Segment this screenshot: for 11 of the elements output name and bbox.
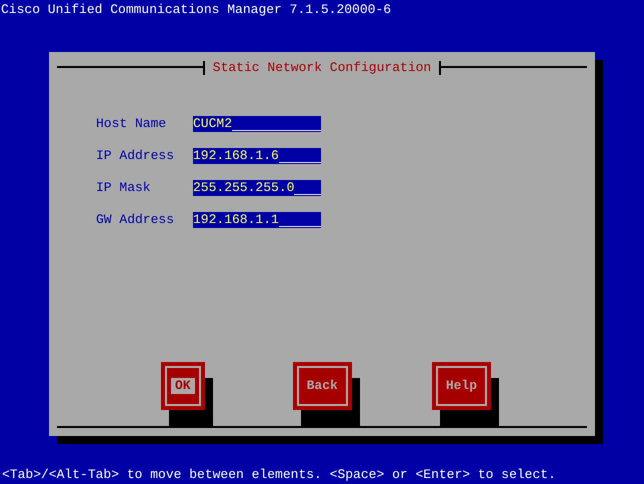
- field-label: Host Name: [96, 116, 168, 132]
- input-field[interactable]: CUCM2: [193, 116, 321, 132]
- input-field[interactable]: 255.255.255.0: [193, 180, 321, 196]
- input-field[interactable]: 192.168.1.1: [193, 212, 321, 228]
- field-label: IP Address: [96, 148, 176, 164]
- help-text: <Tab>/<Alt-Tab> to move between elements. <Space> or <Enter> to select.: [1, 467, 557, 483]
- window-title: Cisco Unified Communications Manager 7.1.5.20000-6: [0, 1, 392, 18]
- input-field[interactable]: 192.168.1.6: [193, 148, 321, 164]
- field-label: IP Mask: [96, 180, 152, 196]
- dialog-title: Static Network Configuration: [212, 60, 432, 76]
- field-label: GW Address: [96, 212, 176, 228]
